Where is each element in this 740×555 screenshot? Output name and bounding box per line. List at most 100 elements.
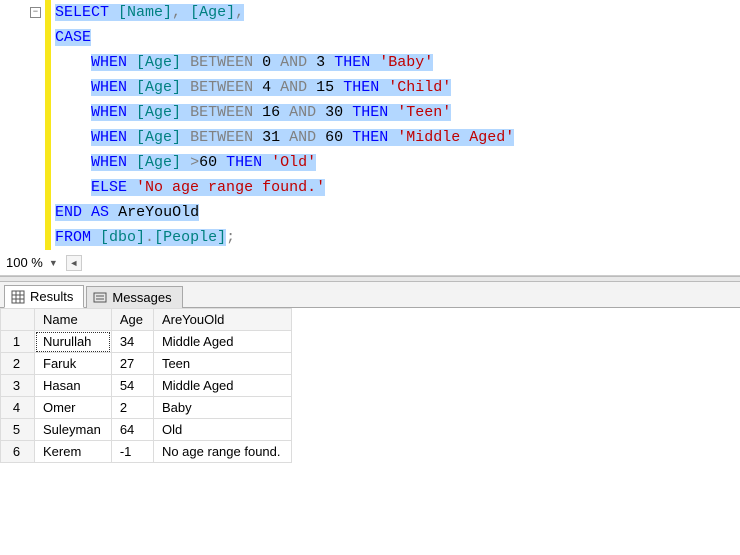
code-token: 'Teen' (397, 104, 451, 121)
cell[interactable]: 34 (111, 331, 153, 353)
code-token: , (235, 4, 244, 21)
code-line[interactable]: WHEN [Age] BETWEEN 4 AND 15 THEN 'Child' (55, 75, 514, 100)
row-number[interactable]: 1 (1, 331, 35, 353)
code-token (334, 79, 343, 96)
code-token (181, 154, 190, 171)
code-token (325, 54, 334, 71)
code-token (55, 129, 91, 146)
code-token (181, 79, 190, 96)
code-token: BETWEEN (190, 54, 253, 71)
code-line[interactable]: FROM [dbo].[People]; (55, 225, 514, 250)
row-number[interactable]: 2 (1, 353, 35, 375)
cell[interactable]: Omer (35, 397, 112, 419)
code-token (55, 54, 91, 71)
code-token (127, 129, 136, 146)
table-row[interactable]: 4Omer2Baby (1, 397, 292, 419)
tab-messages-label: Messages (112, 290, 171, 305)
code-line[interactable]: WHEN [Age] BETWEEN 16 AND 30 THEN 'Teen' (55, 100, 514, 125)
table-row[interactable]: 1Nurullah34Middle Aged (1, 331, 292, 353)
editor-gutter: − (0, 0, 45, 250)
code-token: AND (280, 54, 307, 71)
cell[interactable]: 27 (111, 353, 153, 375)
code-token: END (55, 204, 82, 221)
code-token (379, 79, 388, 96)
code-token (271, 54, 280, 71)
code-token (388, 129, 397, 146)
code-token (127, 54, 136, 71)
cell[interactable]: Hasan (35, 375, 112, 397)
code-token (280, 104, 289, 121)
sql-editor[interactable]: − SELECT [Name], [Age], CASE WHEN [Age] B… (0, 0, 740, 250)
code-token: 31 (262, 129, 280, 146)
code-line[interactable]: SELECT [Name], [Age], (55, 0, 514, 25)
code-line[interactable]: ELSE 'No age range found.' (55, 175, 514, 200)
row-number[interactable]: 3 (1, 375, 35, 397)
tab-results[interactable]: Results (4, 285, 84, 308)
table-header-row: Name Age AreYouOld (1, 309, 292, 331)
results-tabs: Results Messages (0, 282, 740, 308)
cell[interactable]: Old (153, 419, 291, 441)
zoom-value: 100 % (6, 255, 43, 270)
code-token: , (172, 4, 190, 21)
code-token: 60 (325, 129, 343, 146)
cell[interactable]: Middle Aged (153, 375, 291, 397)
table-row[interactable]: 6Kerem-1No age range found. (1, 441, 292, 463)
row-number[interactable]: 4 (1, 397, 35, 419)
col-header[interactable]: Name (35, 309, 112, 331)
code-token: [Age] (136, 79, 181, 96)
code-token: THEN (334, 54, 370, 71)
code-token (181, 129, 190, 146)
code-token (253, 54, 262, 71)
cell[interactable]: Baby (153, 397, 291, 419)
code-token: CASE (55, 29, 91, 46)
cell[interactable]: Faruk (35, 353, 112, 375)
cell[interactable]: -1 (111, 441, 153, 463)
code-line[interactable]: WHEN [Age] BETWEEN 31 AND 60 THEN 'Middl… (55, 125, 514, 150)
code-token: ; (226, 229, 235, 246)
table-row[interactable]: 3Hasan54Middle Aged (1, 375, 292, 397)
col-header[interactable]: AreYouOld (153, 309, 291, 331)
tab-messages[interactable]: Messages (86, 286, 182, 308)
cell[interactable]: Suleyman (35, 419, 112, 441)
code-token: AND (289, 104, 316, 121)
code-token (217, 154, 226, 171)
cell[interactable]: 64 (111, 419, 153, 441)
cell[interactable]: Teen (153, 353, 291, 375)
row-number[interactable]: 5 (1, 419, 35, 441)
code-line[interactable]: WHEN [Age] >60 THEN 'Old' (55, 150, 514, 175)
code-line[interactable]: WHEN [Age] BETWEEN 0 AND 3 THEN 'Baby' (55, 50, 514, 75)
cell[interactable]: Nurullah (35, 331, 112, 353)
code-line[interactable]: END AS AreYouOld (55, 200, 514, 225)
code-token: AND (280, 79, 307, 96)
code-token (55, 154, 91, 171)
code-token (181, 104, 190, 121)
code-token: SELECT (55, 4, 109, 21)
fold-toggle-icon[interactable]: − (30, 7, 41, 18)
tab-results-label: Results (30, 289, 73, 304)
cell[interactable]: 54 (111, 375, 153, 397)
code-token: . (145, 229, 154, 246)
cell[interactable]: Middle Aged (153, 331, 291, 353)
col-header[interactable]: Age (111, 309, 153, 331)
code-token: 15 (316, 79, 334, 96)
code-token (253, 79, 262, 96)
code-content[interactable]: SELECT [Name], [Age], CASE WHEN [Age] BET… (51, 0, 518, 250)
cell[interactable]: Kerem (35, 441, 112, 463)
code-line[interactable]: CASE (55, 25, 514, 50)
table-row[interactable]: 5Suleyman64Old (1, 419, 292, 441)
code-token: [dbo] (100, 229, 145, 246)
results-grid[interactable]: Name Age AreYouOld 1Nurullah34Middle Age… (0, 308, 740, 555)
code-token (109, 204, 118, 221)
table-row[interactable]: 2Faruk27Teen (1, 353, 292, 375)
cell[interactable]: No age range found. (153, 441, 291, 463)
code-token (127, 154, 136, 171)
code-token (253, 129, 262, 146)
row-number[interactable]: 6 (1, 441, 35, 463)
cell[interactable]: 2 (111, 397, 153, 419)
code-token: WHEN (91, 54, 127, 71)
code-token (343, 129, 352, 146)
zoom-dropdown[interactable]: 100 % ▼ (4, 253, 60, 272)
code-token (91, 229, 100, 246)
scroll-left-button[interactable]: ◄ (66, 255, 82, 271)
code-token: 'Old' (271, 154, 316, 171)
